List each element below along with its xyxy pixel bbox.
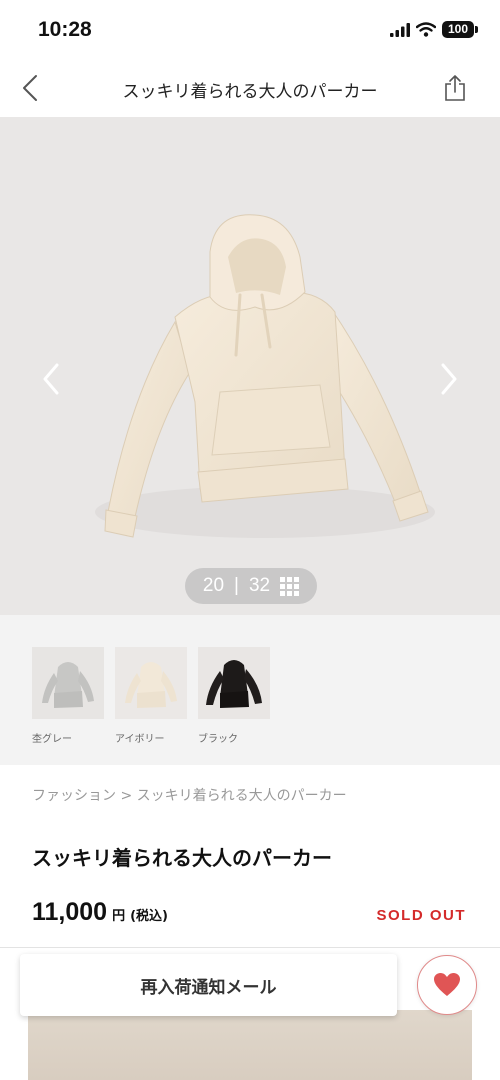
swatch-thumbnail <box>198 647 270 719</box>
product-title: スッキリ着られる大人のパーカー <box>32 846 332 870</box>
swatch-gray[interactable]: 杢グレー <box>32 647 104 745</box>
chevron-left-icon <box>23 75 37 101</box>
breadcrumb[interactable]: ファッション > スッキリ着られる大人のパーカー <box>32 785 347 805</box>
status-time: 10:28 <box>38 18 92 41</box>
swatch-thumbnail <box>115 647 187 719</box>
status-icons: 100 <box>390 21 478 38</box>
favorite-button[interactable] <box>417 955 477 1015</box>
nav-bar: スッキリ着られる大人のパーカー <box>0 62 500 117</box>
battery-level: 100 <box>442 21 474 38</box>
swatch-label: アイボリー <box>115 734 165 745</box>
page-title: スッキリ着られる大人のパーカー <box>122 82 378 102</box>
chevron-right-icon <box>441 363 457 395</box>
color-swatch-list: 杢グレー アイボリー ブラック <box>0 615 500 765</box>
heart-icon <box>434 973 460 996</box>
back-button[interactable] <box>14 72 46 104</box>
image-counter-separator: | <box>234 575 239 596</box>
price-unit: 円 <box>112 909 126 924</box>
product-image-carousel[interactable]: 20 | 32 <box>0 117 500 615</box>
image-current-index: 20 <box>202 575 225 596</box>
price: 11,000 円 (税込) <box>32 898 168 927</box>
price-value: 11,000 <box>32 898 108 926</box>
image-page-counter[interactable]: 20 | 32 <box>185 568 317 604</box>
battery-icon: 100 <box>442 21 478 38</box>
swatch-black[interactable]: ブラック <box>198 647 270 745</box>
hoodie-photo <box>95 214 435 538</box>
swatch-label: ブラック <box>198 734 238 745</box>
sold-out-badge: SOLD OUT <box>376 907 466 924</box>
carousel-next-button[interactable] <box>434 357 464 401</box>
wifi-icon <box>416 22 436 37</box>
swatch-thumbnail <box>32 647 104 719</box>
swatch-label: 杢グレー <box>32 734 72 745</box>
status-bar: 10:28 100 <box>0 0 500 62</box>
carousel-prev-button[interactable] <box>36 357 66 401</box>
grid-icon <box>280 576 300 596</box>
share-button[interactable] <box>440 72 470 104</box>
restock-notify-button[interactable]: 再入荷通知メール <box>20 954 397 1016</box>
price-tax-label: (税込) <box>130 909 168 924</box>
swatch-ivory[interactable]: アイボリー <box>115 647 187 745</box>
image-total-count: 32 <box>248 575 271 596</box>
next-content-image <box>28 1010 472 1080</box>
divider <box>0 947 500 948</box>
chevron-left-icon <box>43 363 59 395</box>
signal-icon <box>390 22 410 37</box>
share-icon <box>445 75 465 101</box>
